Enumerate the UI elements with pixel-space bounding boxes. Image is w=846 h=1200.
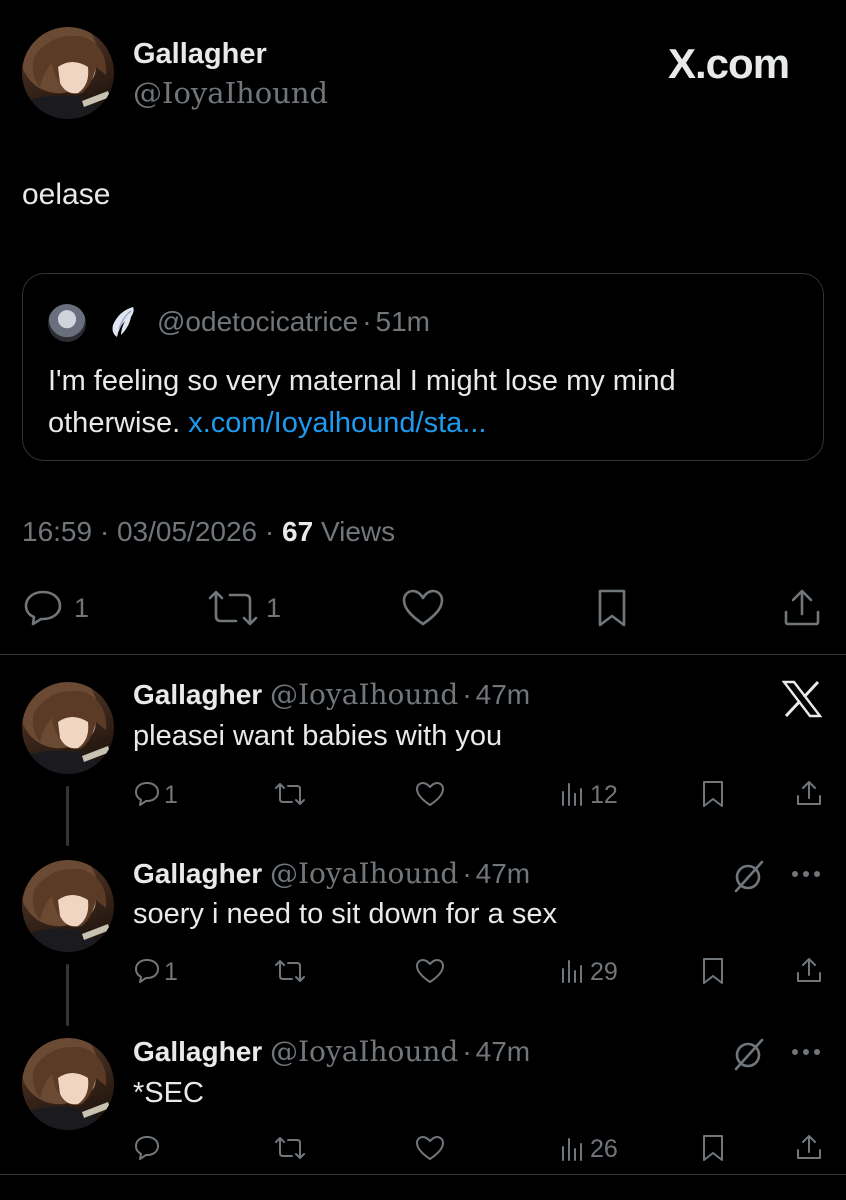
- reply-author-handle[interactable]: @IoyaIhound: [270, 678, 458, 711]
- reply-text: soery i need to sit down for a sex: [133, 898, 557, 930]
- wing-icon: [109, 305, 137, 339]
- more-options-icon[interactable]: [790, 868, 822, 880]
- more-options-icon[interactable]: [790, 1046, 822, 1058]
- reply-author-name[interactable]: Gallagher: [133, 679, 262, 710]
- quote-separator: ·: [362, 306, 372, 337]
- avatar[interactable]: [22, 682, 114, 774]
- views-count: 67: [282, 516, 314, 547]
- share-button[interactable]: [794, 778, 824, 808]
- reply-time: 47m: [475, 679, 531, 710]
- like-button[interactable]: [414, 957, 446, 985]
- reply-header: Gallagher @IoyaIhound · 47m: [133, 678, 530, 711]
- reply-button[interactable]: [133, 957, 161, 985]
- views-count: 12: [590, 781, 618, 809]
- quote-avatar[interactable]: [48, 304, 86, 342]
- quote-handle[interactable]: @odetocicatrice: [157, 306, 358, 337]
- section-divider: [0, 654, 846, 655]
- meta-separator: ·: [264, 516, 275, 547]
- reply-separator: ·: [462, 679, 472, 710]
- avatar[interactable]: [22, 860, 114, 952]
- bookmark-button[interactable]: [700, 956, 726, 986]
- reply-header: Gallagher @IoyaIhound · 47m: [133, 1035, 530, 1068]
- bookmark-button[interactable]: [700, 1133, 726, 1163]
- tweet-date[interactable]: 03/05/2026: [117, 516, 257, 547]
- like-button[interactable]: [414, 780, 446, 808]
- like-button[interactable]: [414, 1134, 446, 1162]
- analytics-icon[interactable]: [560, 1135, 586, 1163]
- author-handle[interactable]: @IoyaIhound: [133, 76, 328, 110]
- share-button[interactable]: [794, 955, 824, 985]
- reply-time: 47m: [475, 858, 531, 889]
- section-divider: [0, 1174, 846, 1175]
- analytics-icon[interactable]: [560, 780, 586, 808]
- reply-count: 1: [164, 958, 178, 986]
- analytics-icon[interactable]: [560, 957, 586, 985]
- like-button[interactable]: [400, 588, 446, 628]
- grok-icon[interactable]: [730, 858, 766, 894]
- thread-line: [66, 964, 69, 1026]
- repost-button[interactable]: [272, 1134, 308, 1162]
- reply-button[interactable]: [133, 780, 161, 808]
- quote-time: 51m: [375, 306, 430, 337]
- reply-text: *SEC: [133, 1077, 204, 1109]
- share-button[interactable]: [794, 1132, 824, 1162]
- views-count: 29: [590, 958, 618, 986]
- avatar[interactable]: [22, 27, 114, 119]
- reply-separator: ·: [462, 1036, 472, 1067]
- share-button[interactable]: [782, 586, 822, 628]
- reply-author-name[interactable]: Gallagher: [133, 1036, 262, 1067]
- tweet-meta: 16:59 · 03/05/2026 · 67 Views: [22, 516, 395, 548]
- repost-count: 1: [266, 593, 282, 623]
- grok-icon[interactable]: [730, 1036, 766, 1072]
- reply-text: pleasei want babies with you: [133, 720, 503, 752]
- bookmark-button[interactable]: [700, 779, 726, 809]
- tweet-time[interactable]: 16:59: [22, 516, 92, 547]
- quote-text: I'm feeling so very maternal I might los…: [48, 360, 788, 444]
- reply-author-name[interactable]: Gallagher: [133, 858, 262, 889]
- repost-button[interactable]: [272, 780, 308, 808]
- reply-count: 1: [74, 593, 90, 623]
- reply-header: Gallagher @IoyaIhound · 47m: [133, 857, 530, 890]
- meta-separator: ·: [99, 516, 110, 547]
- repost-button[interactable]: [272, 957, 308, 985]
- reply-button[interactable]: [22, 588, 64, 628]
- views-label: Views: [320, 516, 396, 547]
- views-count: 26: [590, 1135, 618, 1163]
- quote-link[interactable]: x.com/Ioyalhound/sta...: [188, 407, 486, 439]
- author-name[interactable]: Gallagher: [133, 38, 267, 71]
- reply-button[interactable]: [133, 1134, 161, 1162]
- tweet-text: oelase: [22, 178, 111, 211]
- x-logo-icon: [782, 680, 822, 718]
- reply-time: 47m: [475, 1036, 531, 1067]
- reply-author-handle[interactable]: @IoyaIhound: [270, 1035, 458, 1068]
- avatar[interactable]: [22, 1038, 114, 1130]
- reply-separator: ·: [462, 858, 472, 889]
- x-watermark: X.com: [668, 40, 790, 87]
- reply-count: 1: [164, 781, 178, 809]
- repost-button[interactable]: [204, 588, 262, 628]
- thread-line: [66, 786, 69, 846]
- bookmark-button[interactable]: [594, 588, 630, 628]
- reply-author-handle[interactable]: @IoyaIhound: [270, 857, 458, 890]
- quoted-tweet-card[interactable]: @odetocicatrice · 51m I'm feeling so very …: [22, 273, 824, 461]
